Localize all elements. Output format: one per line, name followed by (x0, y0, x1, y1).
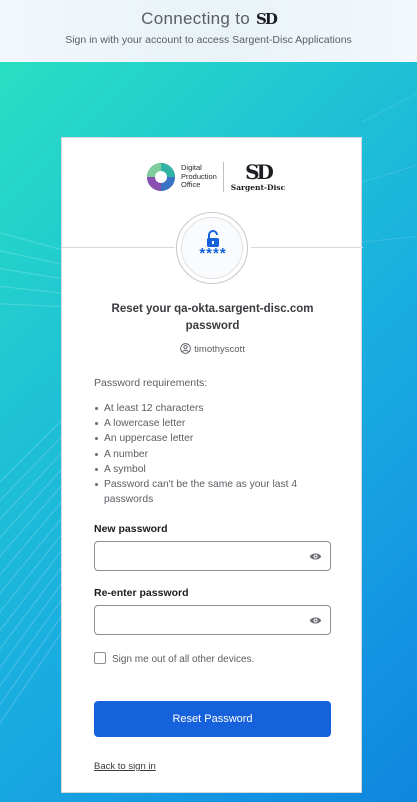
show-password-eye-icon[interactable] (309, 615, 322, 626)
username-text: timothyscott (194, 344, 245, 355)
divider-left (62, 247, 175, 248)
username-row: timothyscott (62, 343, 363, 355)
requirement-item: At least 12 characters (94, 401, 334, 416)
sd-brand-mark: SD (255, 10, 278, 28)
password-badge: **** (176, 212, 248, 284)
reset-password-card: Digital Production Office SD Sargent-Dis… (61, 137, 363, 793)
reenter-password-field[interactable] (94, 605, 331, 635)
requirement-item: A symbol (94, 462, 334, 477)
top-banner: Connecting to SD Sign in with your accoun… (0, 0, 417, 62)
sd-monogram: SD (245, 160, 274, 184)
signout-option[interactable]: Sign me out of all other devices. (94, 652, 254, 665)
banner-title-text: Connecting to (141, 9, 250, 28)
divider-right (251, 247, 363, 248)
requirements-title: Password requirements: (94, 377, 208, 389)
page-title: Reset your qa-okta.sargent-disc.com pass… (111, 303, 314, 332)
reset-password-button[interactable]: Reset Password (94, 701, 331, 737)
requirements-list: At least 12 characters A lowercase lette… (94, 401, 334, 507)
new-password-field[interactable] (94, 541, 331, 571)
dpo-line-3: Office (181, 180, 201, 189)
requirement-item: An uppercase letter (94, 431, 334, 446)
logo-row: Digital Production Office SD Sargent-Dis… (146, 160, 286, 196)
masked-password-stars: **** (199, 245, 227, 262)
requirement-item: Password can't be the same as your last … (94, 477, 334, 507)
dpo-wordmark: Digital Production Office (181, 163, 217, 190)
user-circle-icon (180, 343, 191, 354)
reenter-password-input[interactable] (101, 610, 305, 632)
reenter-password-label: Re-enter password (94, 587, 189, 599)
sd-name: Sargent-Disc (230, 183, 286, 192)
requirement-item: A number (94, 447, 334, 462)
signout-label[interactable]: Sign me out of all other devices. (112, 654, 254, 665)
show-password-eye-icon[interactable] (309, 551, 322, 562)
requirement-item: A lowercase letter (94, 416, 334, 431)
banner-title: Connecting to SD (0, 9, 417, 29)
banner-subtitle: Sign in with your account to access Sarg… (65, 34, 352, 46)
signout-checkbox[interactable] (94, 652, 106, 664)
sargent-disc-logo: SD Sargent-Disc (230, 160, 286, 196)
new-password-input[interactable] (101, 546, 305, 568)
back-to-sign-in-link[interactable]: Back to sign in (94, 761, 156, 772)
badge-inner-ring: **** (181, 217, 243, 279)
dpo-aperture-logo-icon (147, 163, 175, 191)
logo-divider (223, 162, 224, 192)
new-password-label: New password (94, 523, 168, 535)
